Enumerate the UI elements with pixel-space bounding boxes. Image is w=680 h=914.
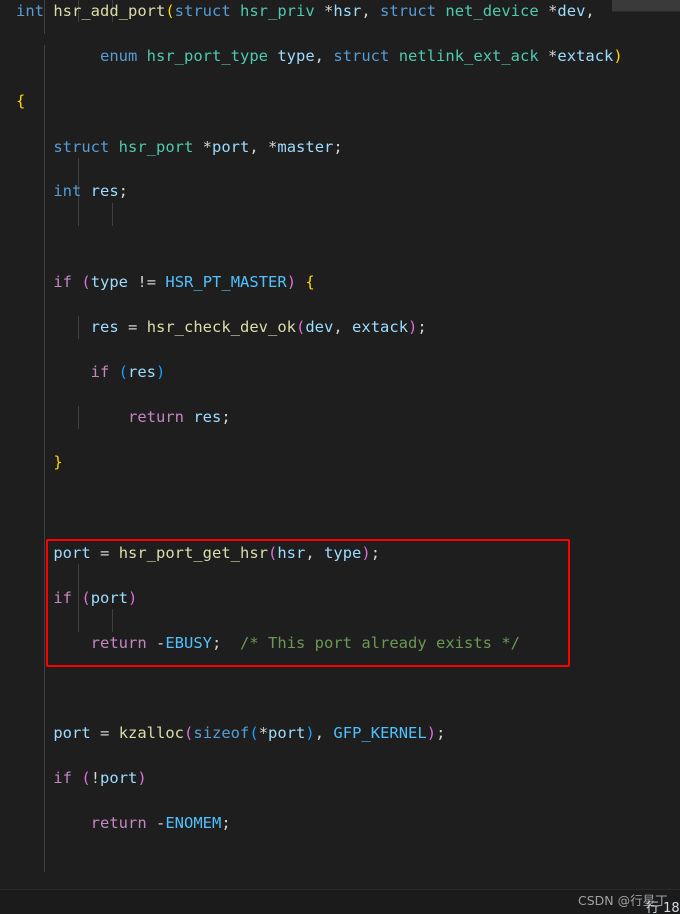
code-line-text: { xyxy=(16,92,26,111)
code-line-text: } xyxy=(53,453,63,472)
code-line-text: port = hsr_port_get_hsr(hsr, type); xyxy=(53,543,381,562)
code-line: return res; xyxy=(0,406,680,429)
code-line: port = hsr_port_get_hsr(hsr, type); xyxy=(0,542,680,565)
csdn-watermark-sub: 行 182 xyxy=(646,901,680,914)
code-line-text: if (port) xyxy=(53,589,138,608)
code-line-text: if (res) xyxy=(90,363,166,382)
code-line-text: port = kzalloc(sizeof(*port), GFP_KERNEL… xyxy=(53,723,446,742)
code-line: return -ENOMEM; xyxy=(0,812,680,835)
code-line: if (port) xyxy=(0,587,680,610)
code-line-text: int res; xyxy=(53,182,129,201)
code-line: if (!port) xyxy=(0,767,680,790)
code-line: port = kzalloc(sizeof(*port), GFP_KERNEL… xyxy=(0,722,680,745)
code-line-text: struct hsr_port *port, *master; xyxy=(53,137,343,156)
code-line-text: if (!port) xyxy=(53,769,147,788)
code-line-text: enum hsr_port_type type, struct netlink_… xyxy=(100,46,623,65)
code-line: int res; xyxy=(0,180,680,203)
code-line: if (res) xyxy=(0,361,680,384)
indent-guide xyxy=(112,203,113,226)
code-viewport[interactable]: int hsr_add_port(struct hsr_priv *hsr, s… xyxy=(0,0,680,914)
code-line: struct hsr_port *port, *master; xyxy=(0,136,680,159)
code-line: { xyxy=(0,90,680,113)
code-line: res = hsr_check_dev_ok(dev, extack); xyxy=(0,316,680,339)
code-line-text: int hsr_add_port(struct hsr_priv *hsr, s… xyxy=(16,2,595,20)
code-line-text: return -EBUSY; /* This port already exis… xyxy=(90,633,520,652)
code-line: int hsr_add_port(struct hsr_priv *hsr, s… xyxy=(0,0,680,23)
code-line-text: return res; xyxy=(127,407,231,426)
code-line-text: return -ENOMEM; xyxy=(90,813,231,832)
code-line: enum hsr_port_type type, struct netlink_… xyxy=(0,45,680,68)
indent-guide xyxy=(112,609,113,632)
code-line-text: res = hsr_check_dev_ok(dev, extack); xyxy=(90,317,427,336)
code-line-text: if (type != HSR_PT_MASTER) { xyxy=(53,273,315,292)
code-line: return -EBUSY; /* This port already exis… xyxy=(0,632,680,655)
code-line: if (type != HSR_PT_MASTER) { xyxy=(0,271,680,294)
code-editor-screenshot: int hsr_add_port(struct hsr_priv *hsr, s… xyxy=(0,0,680,914)
code-line: } xyxy=(0,451,680,474)
